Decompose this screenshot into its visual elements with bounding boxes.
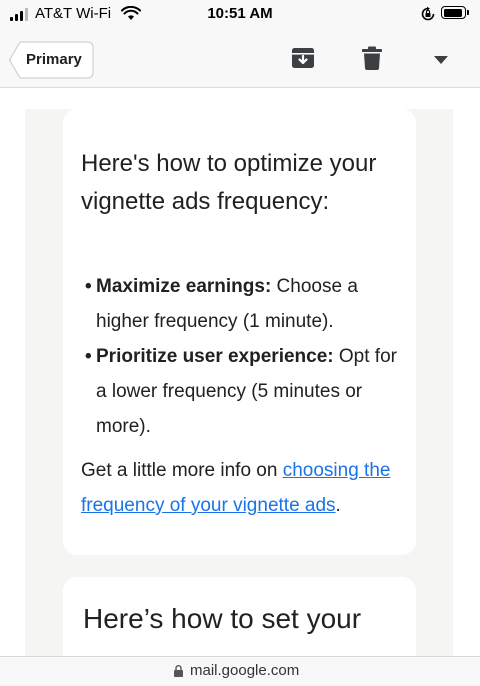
bullet-bold-label: Prioritize user experience: (96, 346, 334, 367)
browser-url-bar[interactable]: mail.google.com (0, 656, 480, 686)
email-body: Here's how to optimize your vignette ads… (0, 88, 480, 656)
rotation-lock-icon (421, 6, 435, 21)
bullet-item: • Prioritize user experience: Opt for a … (85, 339, 400, 444)
card-heading: Here's how to optimize your vignette ads… (81, 150, 377, 215)
back-to-primary-button[interactable]: Primary (8, 41, 94, 79)
dropdown-arrow-icon[interactable] (434, 56, 448, 64)
signal-strength-icon (10, 7, 32, 21)
bullet-text: Prioritize user experience: Opt for a lo… (85, 339, 400, 444)
archive-icon[interactable] (291, 46, 315, 70)
back-button-label: Primary (26, 51, 82, 68)
bullet-text: Maximize earnings: Choose a higher frequ… (85, 269, 400, 339)
trash-icon[interactable] (362, 46, 382, 70)
url-text: mail.google.com (190, 662, 300, 679)
bullet-dot: • (85, 346, 92, 367)
lock-icon (174, 665, 183, 677)
status-bar: AT&T Wi-Fi 10:51 AM (0, 0, 480, 28)
info-card: Here's how to optimize your vignette ads… (63, 109, 416, 555)
next-card: Here’s how to set your (63, 577, 416, 656)
wifi-icon (121, 6, 141, 20)
next-card-heading: Here’s how to set your (83, 603, 362, 634)
info-paragraph: Get a little more info on choosing the f… (81, 453, 401, 523)
email-toolbar: Primary (0, 28, 480, 88)
bullet-dot: • (85, 276, 92, 297)
info-prefix: Get a little more info on (81, 460, 283, 481)
bullet-item: • Maximize earnings: Choose a higher fre… (85, 269, 400, 339)
battery-icon (441, 6, 469, 19)
info-suffix: . (335, 495, 341, 516)
bullet-bold-label: Maximize earnings: (96, 276, 272, 297)
carrier-label: AT&T Wi-Fi (35, 5, 112, 22)
